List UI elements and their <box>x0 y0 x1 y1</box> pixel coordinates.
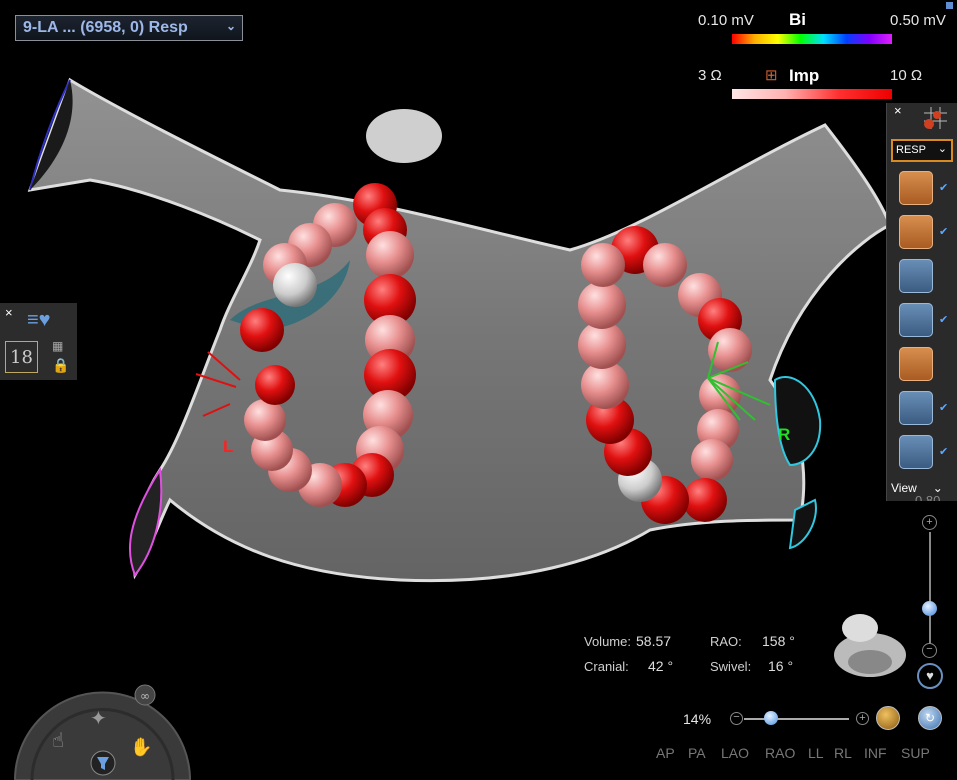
chevron-down-icon[interactable]: ✔ <box>939 445 948 458</box>
view-pa-button[interactable]: PA <box>688 745 706 761</box>
rao-label: RAO: <box>710 634 742 649</box>
cranial-value: 42 ° <box>648 658 674 674</box>
left-widget-panel: × ≡♥ 18 ▦ 🔒 <box>0 303 77 380</box>
count-display[interactable]: 18 <box>5 341 38 373</box>
tool-dial[interactable]: ∞ ☝ ✦ ✋ <box>10 675 195 780</box>
view-lao-button[interactable]: LAO <box>721 745 749 761</box>
orientation-heart-thumbnail <box>834 614 906 677</box>
imp-scale-title: Imp <box>789 66 820 85</box>
display-options-icon[interactable] <box>919 105 949 131</box>
heart-view-button[interactable]: ♥ <box>917 663 943 689</box>
zoom-in-button[interactable]: + <box>922 515 937 530</box>
bi-scale-min: 0.10 mV <box>698 12 754 29</box>
dense-grid-button[interactable] <box>899 391 933 425</box>
3d-map-viewport[interactable] <box>0 0 957 780</box>
right-tool-panel: × ✔ ✔ ✔ ✔ ✔ <box>886 103 957 501</box>
cranial-label: Cranial: <box>584 659 629 674</box>
lspv-ostium <box>129 467 163 577</box>
ruler-button[interactable] <box>899 435 933 469</box>
view-rao-button[interactable]: RAO <box>765 745 795 761</box>
partial-value: 0.80 <box>915 493 941 501</box>
map-selector-label: 9-LA ... (6958, 0) Resp <box>23 19 188 36</box>
view-inf-button[interactable]: INF <box>864 745 887 761</box>
lock-icon[interactable]: 🔒 <box>52 357 69 374</box>
bi-scale-max: 0.50 mV <box>890 12 946 29</box>
points-button[interactable] <box>899 259 933 293</box>
bi-scale-title: Bi <box>789 10 806 29</box>
zoom-slider-track[interactable] <box>744 718 849 720</box>
chevron-down-icon[interactable]: ✔ <box>939 401 948 414</box>
imp-scale-max: 10 Ω <box>890 67 923 84</box>
chevron-down-icon[interactable]: ✔ <box>939 181 948 194</box>
svg-text:✋: ✋ <box>130 736 152 758</box>
vertical-slider-knob[interactable] <box>922 601 937 616</box>
right-label: R <box>778 425 791 444</box>
zoom-percent: 14% <box>683 711 712 727</box>
left-label: L <box>223 437 234 456</box>
swivel-label: Swivel: <box>710 659 752 674</box>
chevron-down-icon: ⌄ <box>937 143 947 155</box>
view-rl-button[interactable]: RL <box>834 745 852 761</box>
rao-value: 158 ° <box>762 633 795 649</box>
svg-text:∞: ∞ <box>140 689 150 703</box>
grid-color-button[interactable] <box>899 347 933 381</box>
resp-label: RESP <box>896 144 926 156</box>
chevron-down-icon: ⌄ <box>225 19 236 33</box>
left-widget-close[interactable]: × <box>5 305 13 320</box>
view-sup-button[interactable]: SUP <box>901 745 930 761</box>
corner-marker-icon <box>946 2 953 9</box>
bi-color-bar[interactable] <box>732 34 892 44</box>
grid-points-button[interactable] <box>899 303 933 337</box>
swivel-value: 16 ° <box>768 658 794 674</box>
color-map-button[interactable] <box>899 215 933 249</box>
imp-grid-icon: ⊞ <box>765 67 778 84</box>
zoom-minus-button[interactable]: − <box>730 712 743 725</box>
imp-color-bar[interactable] <box>732 89 892 99</box>
zoom-slider-knob[interactable] <box>764 711 778 725</box>
volume-value: 58.57 <box>636 633 672 649</box>
view-button-row: AP PA LAO RAO LL RL INF SUP <box>656 745 946 765</box>
chevron-down-icon[interactable]: ✔ <box>939 313 948 326</box>
volume-label: Volume: <box>584 634 631 649</box>
imp-scale-min: 3 Ω <box>698 67 722 84</box>
view-label: View <box>891 481 917 495</box>
panel-close-button[interactable]: × <box>894 103 902 118</box>
sphere-view-button[interactable] <box>876 706 900 730</box>
appendage-blob <box>366 109 442 163</box>
zoom-plus-button[interactable]: + <box>856 712 869 725</box>
rotate-view-button[interactable]: ↻ <box>918 706 942 730</box>
chevron-down-icon[interactable]: ✔ <box>939 225 948 238</box>
svg-text:☝: ☝ <box>52 728 64 752</box>
view-ap-button[interactable]: AP <box>656 745 675 761</box>
svg-text:✦: ✦ <box>90 706 107 730</box>
resp-dropdown[interactable]: RESP ⌄ <box>891 139 953 162</box>
vertical-slider-track[interactable] <box>929 532 931 644</box>
map-selector-dropdown[interactable]: 9-LA ... (6958, 0) Resp ⌄ <box>15 15 243 41</box>
heart-filter-icon[interactable]: ≡♥ <box>27 309 51 332</box>
grid-icon[interactable]: ▦ <box>52 339 63 353</box>
view-ll-button[interactable]: LL <box>808 745 824 761</box>
catheter-balls-button[interactable] <box>899 171 933 205</box>
zoom-out-button[interactable]: − <box>922 643 937 658</box>
